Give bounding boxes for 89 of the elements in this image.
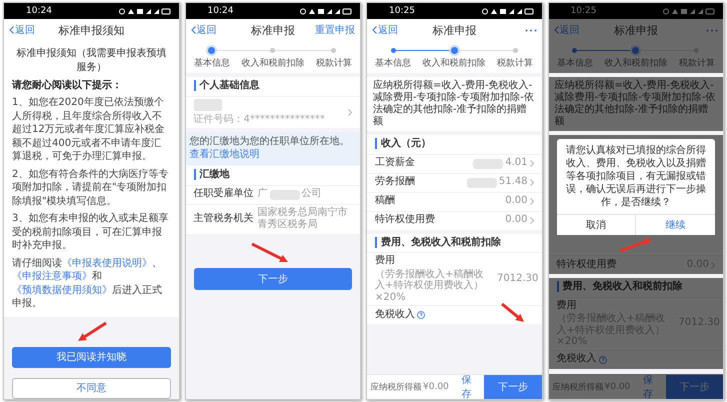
back-icon bbox=[372, 26, 377, 34]
dialog-message: 请您认真核对已填报的综合所得收入、费用、免税收入以及捐赠等各项扣除项目，有无漏报或错误，确认无误后再进行下一步操作，是否继续？ bbox=[564, 144, 707, 210]
document-link[interactable]: 《申报注意事项》 bbox=[12, 271, 92, 282]
status-time: 10:24 bbox=[26, 6, 52, 16]
field-label: 费用 bbox=[375, 255, 395, 268]
status-icons-drawing bbox=[118, 8, 170, 14]
step-label: 基本信息 bbox=[375, 57, 412, 70]
section-title: 收入（元） bbox=[375, 138, 431, 149]
save-button[interactable]: 保存 bbox=[630, 373, 666, 399]
field-value: 51.48 bbox=[498, 176, 528, 189]
pointer-arrow bbox=[251, 242, 288, 262]
field-value: 广 bbox=[258, 188, 268, 201]
notice-paragraph: 2、如您有符合条件的大病医疗等专项附加扣除，请提前在"专项附加扣除填报"模块填写信息。 bbox=[12, 168, 170, 208]
step-label: 收入和税前扣除 bbox=[422, 57, 486, 70]
back-icon bbox=[554, 26, 558, 34]
more-icon[interactable] bbox=[706, 28, 718, 32]
page-title: 标准申报须知 bbox=[58, 22, 124, 38]
status-icons-drawing bbox=[300, 8, 352, 14]
document-link[interactable]: 《申报表使用说明》 bbox=[62, 258, 152, 268]
field-label: 任职受雇单位 bbox=[194, 188, 254, 201]
confirm-button[interactable]: 下一步 bbox=[194, 268, 352, 290]
field-label: 稿酬 bbox=[375, 195, 395, 208]
page-title: 标准申报 bbox=[250, 22, 295, 38]
pointer-arrow bbox=[500, 302, 524, 322]
notice-paragraph: 1、如您在2020年度已依法预缴个人所得税，且年度综合所得收入不超过12万元或者年度汇算应补税金额不超过400元或者不申请年度汇算退税，可免于办理汇算申报。 bbox=[12, 96, 166, 164]
field-value: 0.00 bbox=[505, 195, 528, 208]
pointer-arrow bbox=[78, 321, 108, 340]
document-link[interactable]: 《预填数据使用须知》 bbox=[12, 284, 112, 296]
section-title: 个人基础信息 bbox=[194, 80, 260, 91]
next-button[interactable]: 下一步 bbox=[484, 375, 542, 399]
total-label: 应纳税所得额 bbox=[550, 381, 603, 393]
help-icon[interactable] bbox=[598, 356, 606, 364]
total-label: 应纳税所得额 bbox=[369, 381, 422, 393]
field-label: 主管税务机关 bbox=[194, 212, 254, 226]
back-icon bbox=[190, 26, 196, 34]
back-link[interactable]: 返回 bbox=[372, 23, 398, 37]
info-link[interactable]: 查看汇缴地说明 bbox=[190, 148, 260, 160]
confirm-button[interactable]: 我已阅读并知晓 bbox=[12, 346, 170, 368]
next-button[interactable]: 下一步 bbox=[666, 375, 723, 399]
section-title: 汇缴地 bbox=[194, 169, 230, 180]
back-link[interactable]: 返回 bbox=[9, 23, 35, 37]
back-icon bbox=[9, 26, 14, 34]
step-label: 税款计算 bbox=[678, 57, 715, 70]
section-title: 费用、免税收入和税前扣除 bbox=[375, 236, 501, 248]
field-label: 费用 bbox=[556, 300, 576, 312]
notice-intro: 请您耐心阅读以下提示： bbox=[12, 78, 123, 92]
reset-link[interactable]: 重置申报 bbox=[315, 23, 355, 37]
back-link[interactable]: 返回 bbox=[554, 23, 580, 37]
field-label: 工资薪金 bbox=[375, 157, 415, 170]
field-value: 国家税务总局南宁市青秀区税务局 bbox=[258, 206, 348, 232]
status-time: 10:25 bbox=[570, 6, 596, 16]
id-number: 证件号码：4*************** bbox=[194, 114, 326, 126]
more-icon[interactable] bbox=[524, 28, 536, 32]
field-label: 免税收入 bbox=[556, 353, 596, 366]
dialog-button[interactable]: 继续 bbox=[635, 215, 715, 235]
status-icons-drawing bbox=[482, 8, 534, 14]
field-value: 0.00 bbox=[505, 214, 528, 227]
field-value: 7012.30 bbox=[497, 272, 538, 286]
field-label: 特许权使用费 bbox=[556, 258, 616, 272]
field-value: 公司 bbox=[302, 188, 322, 201]
save-button[interactable]: 保存 bbox=[448, 373, 484, 399]
pointer-arrow bbox=[619, 238, 652, 252]
back-link[interactable]: 返回 bbox=[190, 23, 216, 37]
page-title: 标准申报 bbox=[614, 22, 658, 38]
step-label: 基本信息 bbox=[556, 57, 593, 70]
status-time: 10:25 bbox=[389, 6, 415, 16]
decline-button[interactable]: 不同意 bbox=[12, 378, 170, 399]
total-amount: ¥0.00 bbox=[423, 382, 449, 392]
status-icons-drawing bbox=[663, 8, 715, 14]
field-value: 4.01 bbox=[505, 157, 528, 170]
field-label: 特许权使用费 bbox=[375, 214, 435, 227]
step-label: 收入和税前扣除 bbox=[604, 57, 668, 70]
help-icon[interactable] bbox=[417, 311, 425, 319]
info-note: 您的汇缴地为您的任职单位所在地。 查看汇缴地说明 bbox=[186, 132, 360, 165]
notice-paragraph: 3、如您有未申报的收入或未足额享受的税前扣除项目，可在汇算申报时补充申报。 bbox=[12, 212, 170, 252]
formula-text: 应纳税所得额=收入-费用-免税收入-减除费用-专项扣除-专项附加扣除-依法确定的其他扣除-准予扣除的捐赠额 bbox=[548, 77, 723, 131]
step-label: 基本信息 bbox=[194, 57, 230, 70]
step-label: 税款计算 bbox=[497, 57, 534, 70]
formula-text: 应纳税所得额=收入-费用-免税收入-减除费用-专项扣除-专项附加扣除-依法确定的其他扣除-准予扣除的捐赠额 bbox=[367, 77, 542, 131]
page-title: 标准申报 bbox=[432, 22, 476, 38]
notice-paragraph: 请仔细阅读《申报表使用说明》、 《申报注意事项》和 《预填数据使用须知》后进入正式申报。 bbox=[12, 256, 163, 310]
section-title: 费用、免税收入和税前扣除 bbox=[556, 281, 682, 292]
step-label: 收入和税前扣除 bbox=[241, 57, 304, 70]
notice-heading: 标准申报须知（我需要申报表预填服务） bbox=[15, 46, 168, 74]
field-note: （劳务报酬收入+稿酬收入+特许权使用费收入）×20% bbox=[375, 268, 484, 303]
step-label: 税款计算 bbox=[316, 57, 352, 70]
status-time: 10:24 bbox=[208, 6, 234, 16]
field-label: 免税收入 bbox=[375, 308, 415, 322]
field-label: 劳务报酬 bbox=[375, 176, 415, 189]
